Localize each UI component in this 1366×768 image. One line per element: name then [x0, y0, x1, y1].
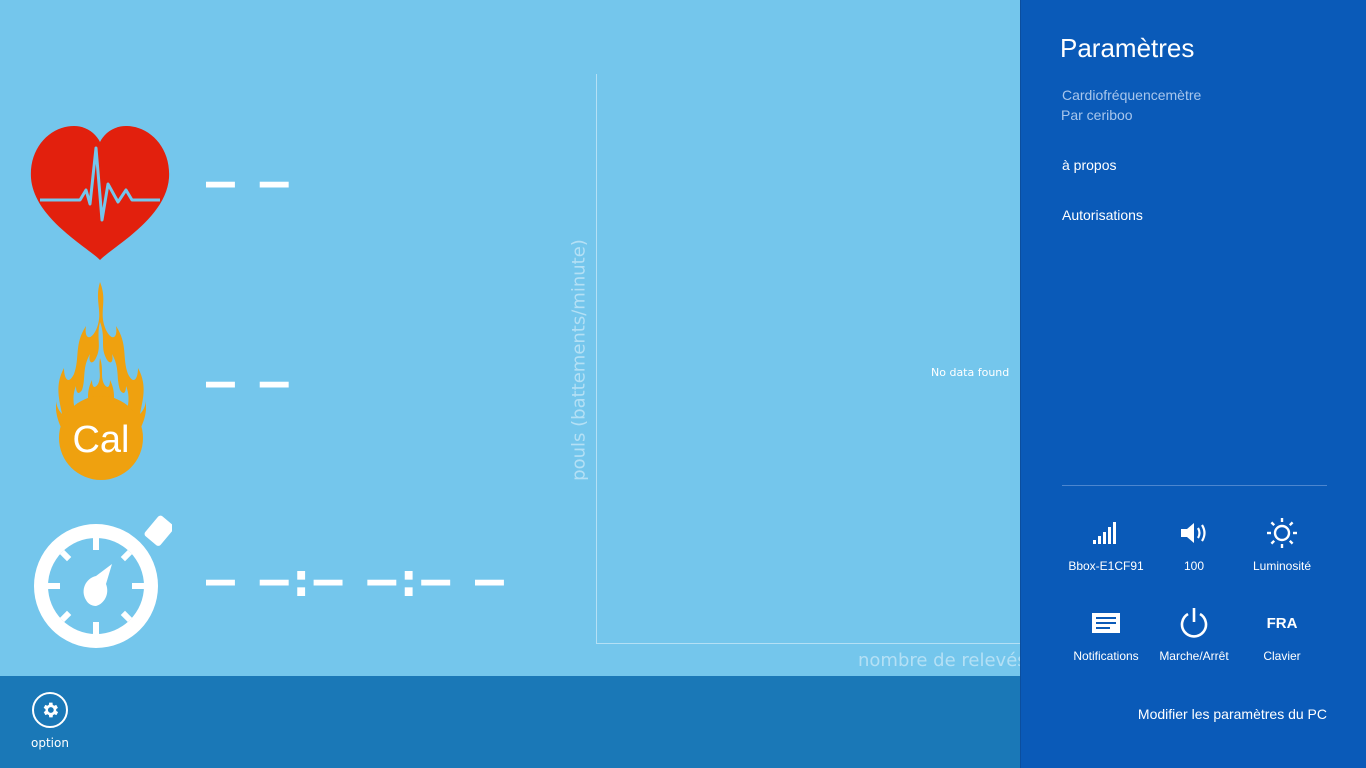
- keyboard-label: Clavier: [1263, 649, 1301, 663]
- keyboard-tile[interactable]: FRA Clavier: [1238, 604, 1326, 674]
- settings-pane: Paramètres Cardiofréquencemètre Par ceri…: [1020, 0, 1366, 768]
- heart-rate-value: – –: [206, 154, 289, 210]
- notifications-tile[interactable]: Notifications: [1062, 604, 1150, 674]
- chart-empty-message: No data found: [931, 366, 1010, 379]
- brightness-label: Luminosité: [1252, 559, 1312, 573]
- permissions-link[interactable]: Autorisations: [1062, 207, 1143, 223]
- wifi-signal-icon: [1093, 522, 1116, 544]
- brightness-icon: [1267, 518, 1297, 548]
- app-author: Par ceriboo: [1061, 107, 1133, 123]
- elapsed-time-value: – –:– –:– –: [206, 552, 504, 608]
- heart-rate-icon: [30, 126, 170, 260]
- calorie-badge-label: Cal: [72, 419, 129, 461]
- chart-x-axis: [596, 643, 1020, 644]
- power-label: Marche/Arrêt: [1159, 649, 1229, 663]
- heart-rate-chart: [596, 74, 1020, 644]
- chart-y-axis-label: pouls (battements/minute): [568, 239, 590, 481]
- chart-x-axis-label: nombre de relevés: [858, 650, 1027, 671]
- power-tile[interactable]: Marche/Arrêt: [1150, 604, 1238, 674]
- calories-value: – –: [206, 354, 289, 410]
- option-icon-ring: [32, 692, 68, 728]
- app-name: Cardiofréquencemètre: [1062, 87, 1202, 103]
- brightness-tile[interactable]: Luminosité: [1238, 514, 1326, 584]
- about-link[interactable]: à propos: [1062, 157, 1116, 173]
- chart-y-axis: [596, 74, 597, 644]
- power-icon: [1180, 608, 1208, 638]
- calories-flame-icon: Cal: [56, 282, 146, 480]
- stopwatch-icon: [34, 515, 172, 648]
- settings-divider: [1062, 485, 1327, 486]
- settings-title: Paramètres: [1060, 33, 1195, 63]
- notifications-icon: [1092, 613, 1120, 633]
- pc-settings-link[interactable]: Modifier les paramètres du PC: [1138, 706, 1327, 722]
- keyboard-language-icon: FRA: [1266, 614, 1298, 632]
- option-label: option: [31, 736, 69, 750]
- network-label: Bbox-E1CF91: [1068, 559, 1144, 573]
- volume-label: 100: [1183, 559, 1205, 573]
- volume-tile[interactable]: 100: [1150, 514, 1238, 584]
- gear-icon: [43, 702, 59, 718]
- network-tile[interactable]: Bbox-E1CF91: [1062, 514, 1150, 584]
- option-button[interactable]: option: [22, 688, 78, 760]
- notifications-label: Notifications: [1073, 649, 1139, 663]
- volume-icon: [1181, 523, 1206, 543]
